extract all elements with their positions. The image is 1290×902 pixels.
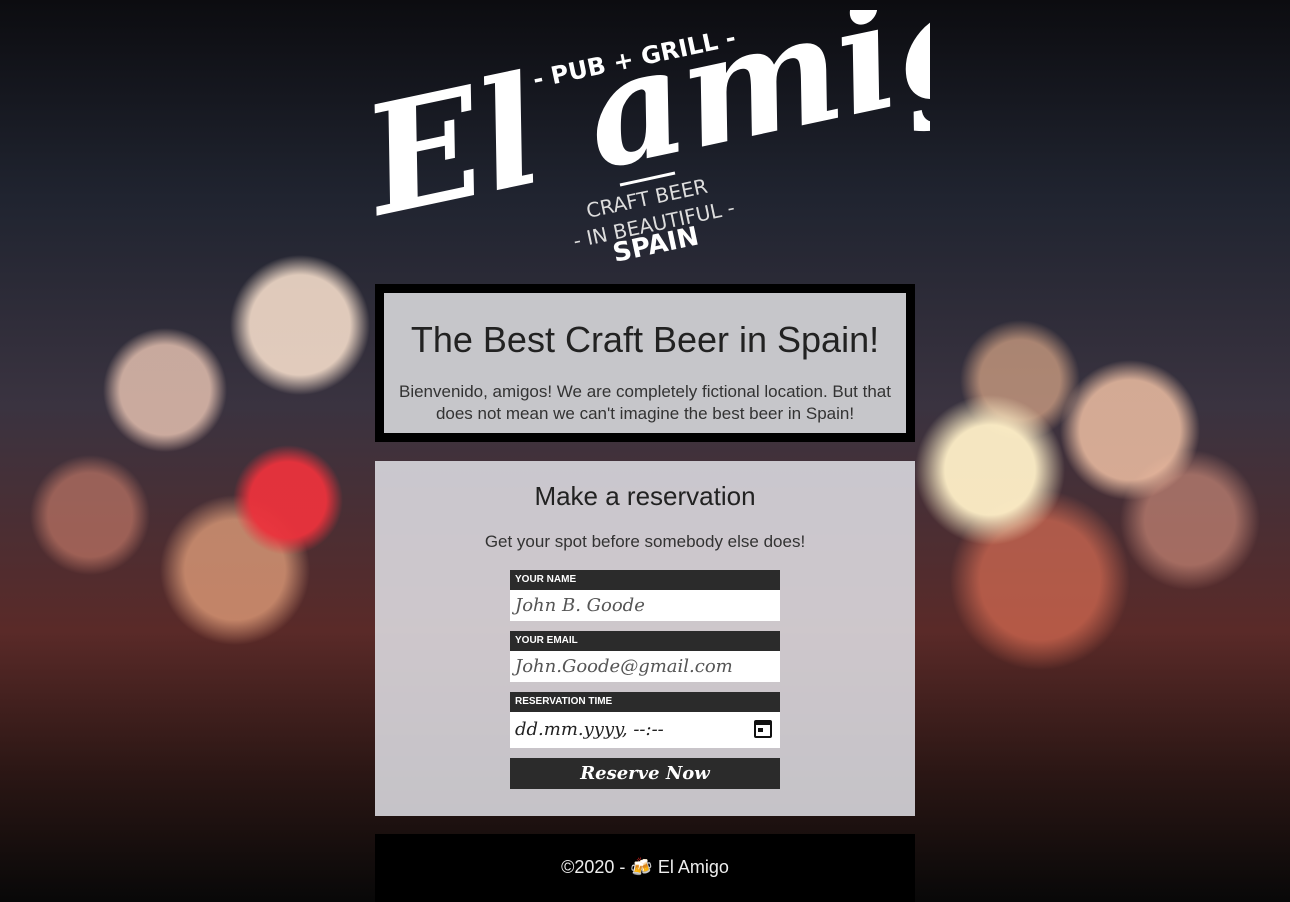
el-amigo-logo: El amigo - PUB + GRILL - CRAFT BEER - IN… — [370, 10, 930, 269]
name-field: YOUR NAME John B. Goode — [510, 570, 780, 621]
calendar-icon[interactable] — [754, 720, 772, 738]
time-field: RESERVATION TIME dd.mm.yyyy, --:-- — [510, 692, 780, 748]
hero-text: Bienvenido, amigos! We are completely fi… — [398, 382, 891, 423]
hero-inner: The Best Craft Beer in Spain! Bienvenido… — [384, 293, 906, 433]
time-placeholder: dd.mm.yyyy, --:-- — [515, 719, 664, 740]
footer-text: ©2020 - 🍻 El Amigo — [561, 857, 729, 877]
time-label: RESERVATION TIME — [510, 692, 780, 712]
reservation-time-input[interactable]: dd.mm.yyyy, --:-- — [510, 712, 780, 748]
reservation-section: Make a reservation Get your spot before … — [375, 461, 915, 816]
reserve-now-button[interactable]: Reserve Now — [510, 758, 780, 789]
name-label: YOUR NAME — [510, 570, 780, 590]
reservation-form: YOUR NAME John B. Goode YOUR EMAIL John.… — [510, 570, 780, 789]
email-label: YOUR EMAIL — [510, 631, 780, 651]
footer: ©2020 - 🍻 El Amigo — [375, 834, 915, 902]
reservation-heading: Make a reservation — [534, 481, 756, 511]
hero-title: The Best Craft Beer in Spain! — [410, 319, 880, 360]
name-input[interactable]: John B. Goode — [510, 590, 780, 621]
email-field: YOUR EMAIL John.Goode@gmail.com — [510, 631, 780, 682]
reservation-subtext: Get your spot before somebody else does! — [484, 532, 806, 551]
hero-box: The Best Craft Beer in Spain! Bienvenido… — [375, 284, 915, 442]
email-input[interactable]: John.Goode@gmail.com — [510, 651, 780, 682]
